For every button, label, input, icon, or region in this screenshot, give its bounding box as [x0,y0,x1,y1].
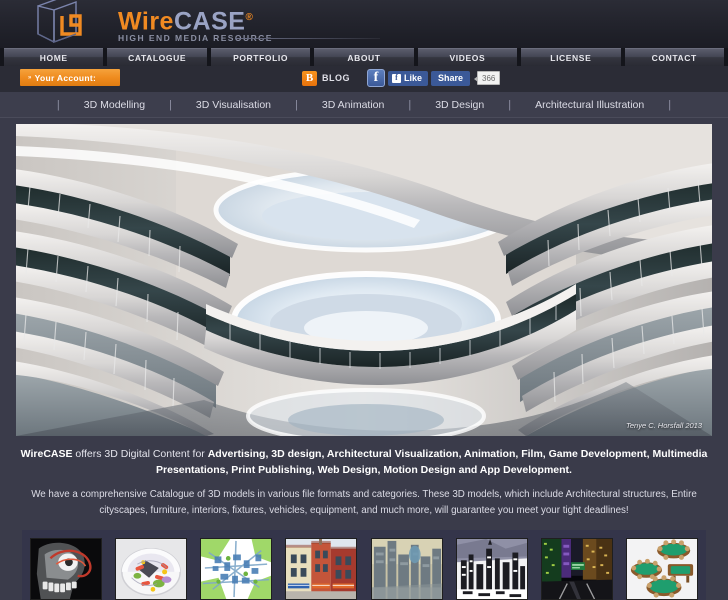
thumbnail-scifi-cityscape[interactable] [370,538,443,600]
subnav-item-architectural-illustration[interactable]: Architectural Illustration [513,99,666,111]
intro-lead-mid: offers 3D Digital Content for [72,448,208,460]
subnav-separator: | [408,98,412,111]
subnav-separator: | [56,98,60,111]
nav-item-catalogue[interactable]: CATALOGUE [107,48,207,66]
subnav-separator: | [169,98,172,111]
intro-brand: WireCASE [20,448,73,460]
registered-mark-icon: ® [245,12,254,23]
your-account-label: Your Account: [34,72,97,83]
thumbnail-gallery [22,530,706,600]
subnav-item-3d-visualisation[interactable]: 3D Visualisation [174,99,293,111]
intro-body: We have a comprehensive Catalogue of 3D … [31,489,697,516]
intro-lead: WireCASE offers 3D Digital Content for A… [14,446,714,478]
subnav-item-3d-animation[interactable]: 3D Animation [300,99,406,111]
thumbnail-night-city-street[interactable] [540,538,613,600]
thumbnail-biological-cell-cutaway[interactable] [115,538,188,600]
nav-item-license[interactable]: LICENSE [521,48,621,66]
hero-credit-caption: Tenye C. Horsfall 2013 [625,421,702,430]
category-navigation: | 3D Modelling | 3D Visualisation | 3D A… [0,92,728,118]
nav-item-videos[interactable]: VIDEOS [417,48,518,66]
main-navigation: HOME CATALOGUE PORTFOLIO ABOUT VIDEOS LI… [0,48,728,66]
thumbnail-city-map-diagram[interactable] [200,538,273,600]
thumbnail-poker-tables[interactable] [625,538,698,600]
nav-item-home[interactable]: HOME [4,48,104,66]
nav-item-contact[interactable]: CONTACT [624,48,724,66]
facebook-share-button[interactable]: Share [431,70,471,86]
intro-section: WireCASE offers 3D Digital Content for A… [0,446,728,519]
hero-image[interactable]: Tenye C. Horsfall 2013 [16,124,712,436]
utility-bar: » Your Account: B BLOG f f Like Share 36… [0,66,728,92]
your-account-button[interactable]: » Your Account: [20,69,120,86]
subnav-separator: | [508,98,512,111]
nav-item-about[interactable]: ABOUT [314,48,414,66]
subnav-item-3d-design[interactable]: 3D Design [413,99,506,111]
facebook-share-count[interactable]: 366 [473,71,501,85]
facebook-like-button[interactable]: f Like [388,70,429,86]
facebook-like-label: Like [404,73,423,83]
thumbnail-anatomical-skull-xray[interactable] [30,538,102,600]
subnav-separator: | [295,98,298,111]
facebook-widget: f f Like Share 366 [367,69,501,87]
nav-item-portfolio[interactable]: PORTFOLIO [210,48,311,66]
site-header: WireCASE® HIGH END MEDIA RESOURCE [0,0,728,48]
facebook-share-label: Share [438,73,464,83]
brand-name-wire: Wire [118,7,174,36]
thumbnail-row [22,538,706,600]
thumbnail-monochrome-city[interactable] [455,538,528,600]
social-links: B BLOG f f Like Share 366 [302,69,501,87]
intro-lead-strong: Advertising, 3D design, Architectural Vi… [156,448,708,476]
chevron-right-icon: » [28,74,32,81]
subnav-item-3d-modelling[interactable]: 3D Modelling [62,99,167,111]
brand-divider-rule [235,38,380,39]
wirecase-logo[interactable] [24,0,108,48]
brand-name-case: CASE [173,7,246,36]
brand-title: WireCASE® [118,3,273,36]
thumbnail-european-townhouses[interactable] [285,538,358,600]
subnav-separator: | [668,98,672,111]
facebook-thumb-icon: f [392,73,401,83]
blogger-icon[interactable]: B [302,70,317,86]
facebook-icon[interactable]: f [367,69,385,87]
blog-label[interactable]: BLOG [322,73,350,83]
